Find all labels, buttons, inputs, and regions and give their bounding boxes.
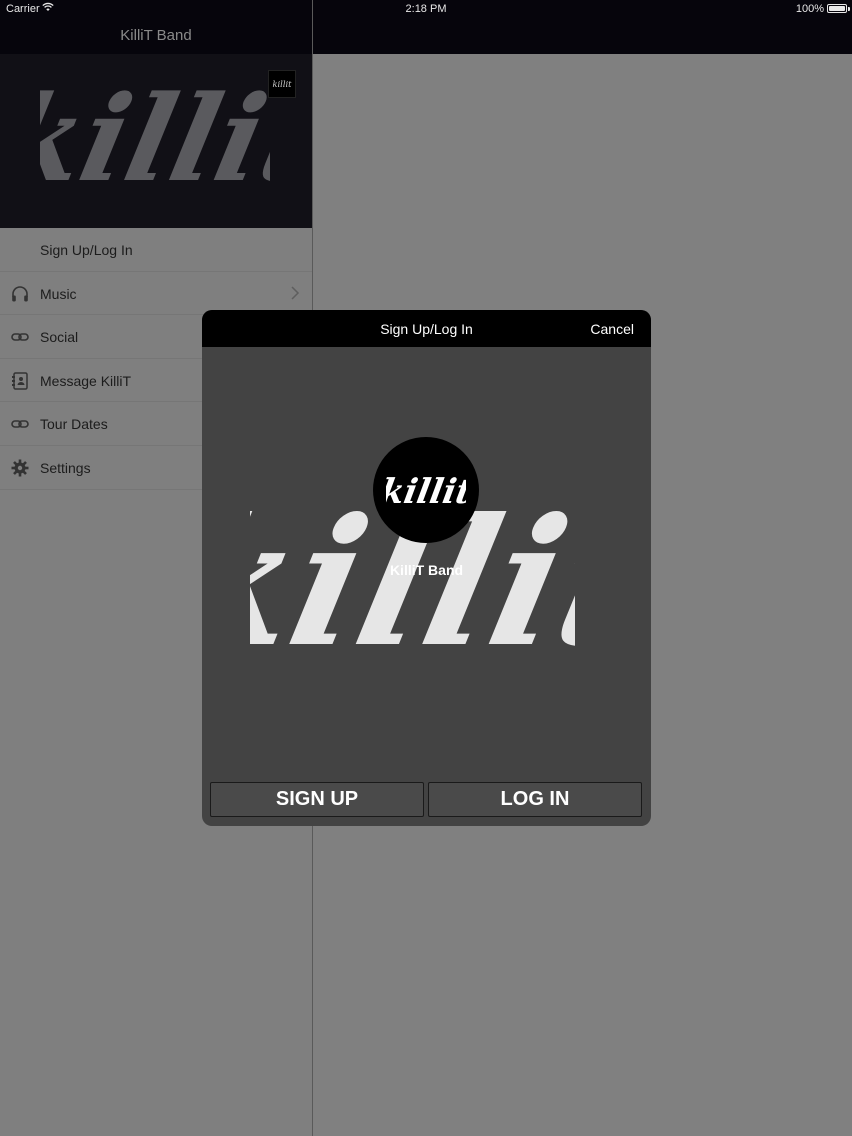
clock: 2:18 PM (405, 3, 447, 15)
modal-nav-bar: Sign Up/Log In Cancel (202, 310, 651, 347)
link-icon (11, 420, 29, 429)
header-logo-text: killit (40, 70, 270, 208)
status-bar: Carrier 2:18 PM 100% (0, 0, 852, 18)
avatar: killit (373, 437, 479, 543)
battery-icon (827, 4, 847, 13)
thumbnail-logo: killit (272, 79, 292, 89)
chevron-right-icon (291, 286, 300, 300)
battery-fill (829, 6, 845, 11)
contact-book-icon (12, 372, 28, 390)
cancel-button[interactable]: Cancel (590, 321, 634, 337)
battery-tip (848, 7, 850, 11)
sidebar-item-label: Social (40, 329, 79, 346)
modal-title: Sign Up/Log In (380, 321, 473, 337)
sidebar-item-label: Sign Up/Log In (40, 242, 133, 258)
sidebar-header: killit killit (0, 54, 312, 228)
gear-icon (11, 459, 29, 477)
header-thumbnail: killit (268, 70, 296, 98)
thumbnail-logo-text: killit (272, 79, 292, 89)
sidebar-item-label: Message KilliT (40, 372, 132, 389)
nav-title: KilliT Band (120, 27, 192, 44)
avatar-logo-text: killit (386, 472, 466, 512)
avatar-logo: killit (386, 472, 466, 512)
sign-up-button[interactable]: SIGN UP (210, 782, 424, 817)
signup-login-modal: Sign Up/Log In Cancel killit killit Kill… (202, 310, 651, 826)
sidebar-item-signup-login[interactable]: Sign Up/Log In (0, 228, 312, 272)
link-icon (11, 333, 29, 341)
log-in-button[interactable]: LOG IN (428, 782, 642, 817)
band-name: KilliT Band (389, 562, 464, 578)
battery-percent: 100% (795, 3, 824, 15)
header-logo: killit (40, 70, 270, 208)
sidebar-item-label: Tour Dates (40, 416, 108, 433)
sidebar-item-label: Settings (40, 459, 91, 476)
sidebar-item-label: Music (40, 285, 77, 302)
sidebar-item-music[interactable]: Music (0, 272, 312, 316)
headphones-icon (12, 285, 28, 302)
